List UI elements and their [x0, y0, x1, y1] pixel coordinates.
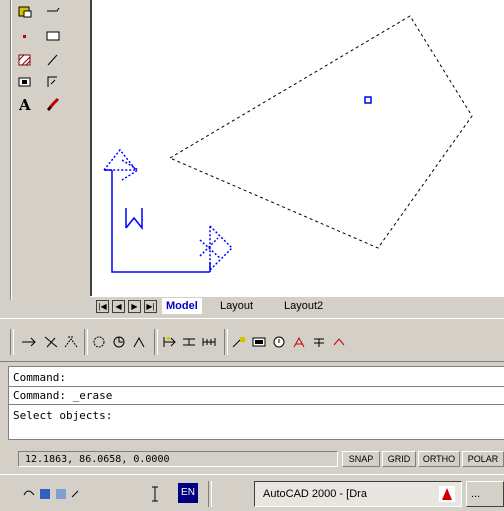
toolbar-separator — [154, 329, 158, 355]
autocad-icon — [439, 486, 455, 511]
svg-text:A: A — [18, 96, 31, 112]
scale-icon[interactable] — [110, 333, 128, 351]
taskbar-button-label: AutoCAD 2000 - [Dra — [263, 488, 367, 500]
redo-icon[interactable] — [330, 333, 348, 351]
explode-icon[interactable] — [250, 333, 268, 351]
rectangle-icon[interactable] — [42, 26, 64, 46]
ortho-toggle[interactable]: ORTHO — [418, 451, 460, 467]
extend-icon[interactable] — [62, 333, 80, 351]
mirror-icon[interactable] — [130, 333, 148, 351]
multiline-text-icon[interactable]: A — [14, 94, 36, 114]
tab-layout2[interactable]: Layout2 — [280, 298, 327, 314]
ucs-icon — [102, 148, 234, 273]
toolbar-divider-highlight — [11, 0, 12, 300]
hatch-icon[interactable] — [14, 50, 36, 70]
tab-layout[interactable]: Layout — [216, 298, 257, 314]
match-icon[interactable] — [290, 333, 308, 351]
tab-model[interactable]: Model — [162, 298, 202, 314]
grip-point — [364, 96, 372, 104]
next-tab-button[interactable]: ▶ — [128, 300, 141, 313]
command-history-line: Command: _erase — [13, 389, 113, 402]
layout-tab-bar: |◀ ◀ ▶ ▶| Model Layout Layout2 — [90, 296, 504, 317]
prev-tab-button[interactable]: ◀ — [112, 300, 125, 313]
point-icon[interactable] — [14, 26, 36, 46]
quick-launch-icon[interactable] — [22, 485, 82, 508]
polyline-icon[interactable] — [42, 2, 64, 22]
dimension-icon[interactable] — [42, 72, 64, 92]
taskbar-button-label: ... — [471, 488, 481, 500]
input-method-icon[interactable] — [150, 485, 160, 508]
command-divider — [9, 386, 504, 387]
chamfer-icon[interactable] — [200, 333, 218, 351]
windows-taskbar: EN AutoCAD 2000 - [Dra ... — [0, 474, 504, 511]
language-indicator[interactable]: EN — [178, 483, 198, 503]
text-style-icon[interactable] — [42, 94, 64, 114]
toolbar-grip — [10, 329, 14, 355]
last-tab-button[interactable]: ▶| — [144, 300, 157, 313]
command-window[interactable]: Command: Command: _erase Select objects: — [8, 366, 504, 440]
stretch-icon[interactable] — [20, 333, 38, 351]
polar-toggle[interactable]: POLAR — [462, 451, 504, 467]
draw-toolbar: A — [0, 0, 90, 300]
taskbar-button-other[interactable]: ... — [466, 481, 504, 507]
command-divider — [9, 404, 504, 405]
break-icon[interactable] — [160, 333, 178, 351]
rotate-icon[interactable] — [90, 333, 108, 351]
region-icon[interactable] — [14, 72, 36, 92]
grid-toggle[interactable]: GRID — [382, 451, 416, 467]
first-tab-button[interactable]: |◀ — [96, 300, 109, 313]
coordinates-display: 12.1863, 86.0658, 0.0000 — [18, 451, 338, 467]
drawing-canvas[interactable] — [92, 0, 504, 296]
join-icon[interactable] — [180, 333, 198, 351]
undo-icon[interactable] — [310, 333, 328, 351]
command-history-line: Command: — [13, 371, 66, 384]
toolbar-separator — [224, 329, 228, 355]
line-icon[interactable] — [42, 50, 64, 70]
trim-icon[interactable] — [42, 333, 60, 351]
snap-toggle[interactable]: SNAP — [342, 451, 380, 467]
selected-polygon — [169, 15, 473, 249]
properties-icon[interactable] — [270, 333, 288, 351]
toolbar-separator — [84, 329, 88, 355]
drawing-area[interactable] — [90, 0, 504, 297]
command-prompt[interactable]: Select objects: — [13, 409, 112, 422]
taskbar-button-autocad[interactable]: AutoCAD 2000 - [Dra — [254, 481, 462, 507]
insert-block-icon[interactable] — [14, 2, 36, 22]
modify-toolbar — [0, 318, 504, 362]
fillet-icon[interactable] — [230, 333, 248, 351]
taskbar-separator — [208, 481, 212, 507]
status-bar: 12.1863, 86.0658, 0.0000 SNAP GRID ORTHO… — [0, 448, 504, 470]
